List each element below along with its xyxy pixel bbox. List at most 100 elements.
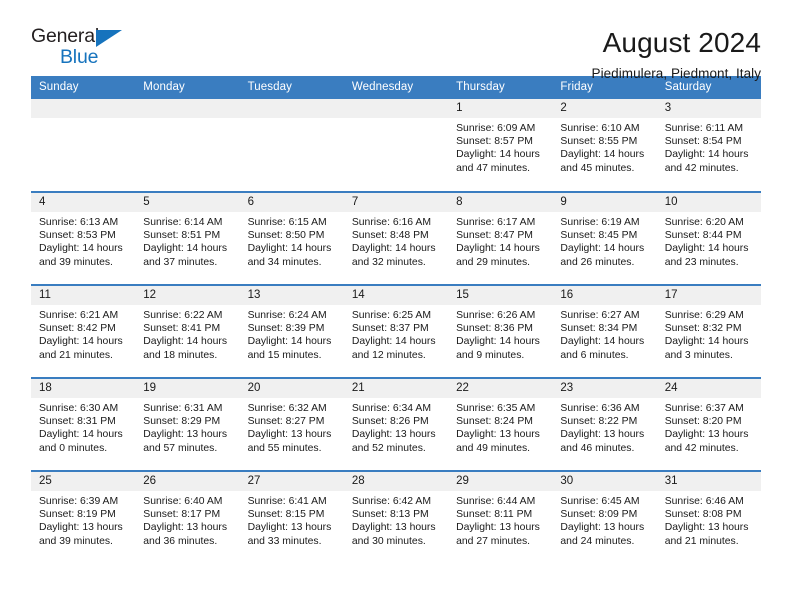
general-blue-logo[interactable]: General Blue — [31, 25, 151, 73]
calendar-day-cell[interactable]: 22 Sunrise: 6:35 AM Sunset: 8:24 PM Dayligh… — [448, 377, 553, 471]
calendar-day-cell[interactable]: 12 Sunrise: 6:22 AM Sunset: 8:41 PM Dayligh… — [135, 284, 240, 378]
calendar-day-cell[interactable]: 1 Sunrise: 6:09 AM Sunset: 8:57 PM Daylight… — [448, 99, 553, 192]
day-details: Sunrise: 6:25 AM Sunset: 8:37 PM Daylight:… — [344, 305, 448, 362]
calendar-day-cell[interactable]: 18 Sunrise: 6:30 AM Sunset: 8:31 PM Dayligh… — [31, 377, 136, 471]
sunset-text: Sunset: 8:31 PM — [39, 416, 116, 428]
daylight-text-line1: Daylight: 13 hours — [456, 429, 540, 441]
calendar-day-cell[interactable]: 28 Sunrise: 6:42 AM Sunset: 8:13 PM Dayligh… — [343, 470, 449, 564]
sunrise-text: Sunrise: 6:41 AM — [247, 496, 327, 507]
calendar-day-cell[interactable]: 2 Sunrise: 6:10 AM Sunset: 8:55 PM Daylight… — [552, 99, 657, 192]
calendar-day-cell[interactable]: 6 Sunrise: 6:15 AM Sunset: 8:50 PM Daylight… — [239, 191, 344, 285]
daylight-text-line2: and 21 minutes. — [39, 349, 113, 361]
day-number: 4 — [31, 193, 136, 212]
sunrise-text: Sunrise: 6:14 AM — [143, 217, 223, 228]
day-number: 13 — [239, 286, 344, 305]
daylight-text-line1: Daylight: 13 hours — [664, 429, 749, 441]
sunset-text: Sunset: 8:37 PM — [351, 323, 429, 335]
calendar-day-cell[interactable]: 4 Sunrise: 6:13 AM Sunset: 8:53 PM Daylight… — [31, 191, 136, 285]
calendar-week-row: 11 Sunrise: 6:21 AM Sunset: 8:42 PM Dayligh… — [31, 284, 761, 378]
day-details: Sunrise: 6:17 AM Sunset: 8:47 PM Daylight:… — [448, 212, 552, 269]
day-number: 8 — [448, 193, 553, 212]
sunrise-text: Sunrise: 6:36 AM — [560, 403, 640, 414]
calendar-day-cell[interactable]: 29 Sunrise: 6:44 AM Sunset: 8:11 PM Dayligh… — [448, 470, 553, 564]
day-number: 28 — [343, 472, 449, 491]
calendar-day-cell[interactable]: 16 Sunrise: 6:27 AM Sunset: 8:34 PM Dayligh… — [552, 284, 657, 378]
day-details: Sunrise: 6:41 AM Sunset: 8:15 PM Daylight:… — [240, 491, 344, 548]
day-details: Sunrise: 6:09 AM Sunset: 8:57 PM Daylight:… — [448, 118, 552, 175]
calendar-week-row: 1 Sunrise: 6:09 AM Sunset: 8:57 PM Daylight… — [31, 99, 761, 192]
calendar-day-cell[interactable]: 30 Sunrise: 6:45 AM Sunset: 8:09 PM Dayligh… — [552, 470, 657, 564]
daylight-text-line1: Daylight: 13 hours — [351, 429, 436, 441]
weekday-header-sunday: Sunday — [31, 76, 136, 99]
sunrise-text: Sunrise: 6:22 AM — [143, 310, 223, 321]
calendar-day-cell[interactable]: 19 Sunrise: 6:31 AM Sunset: 8:29 PM Dayligh… — [135, 377, 240, 471]
calendar-day-cell[interactable]: 5 Sunrise: 6:14 AM Sunset: 8:51 PM Daylight… — [135, 191, 240, 285]
daylight-text-line1: Daylight: 14 hours — [39, 243, 123, 255]
sunset-text: Sunset: 8:17 PM — [143, 509, 221, 521]
sunset-text: Sunset: 8:53 PM — [39, 230, 116, 242]
daylight-text-line2: and 27 minutes. — [456, 535, 531, 547]
day-number: 25 — [31, 472, 136, 491]
daylight-text-line1: Daylight: 14 hours — [39, 336, 123, 348]
daylight-text-line1: Daylight: 14 hours — [664, 149, 749, 161]
calendar-day-cell[interactable]: 26 Sunrise: 6:40 AM Sunset: 8:17 PM Dayligh… — [135, 470, 240, 564]
daylight-text-line1: Daylight: 14 hours — [664, 243, 749, 255]
day-details: Sunrise: 6:27 AM Sunset: 8:34 PM Daylight:… — [552, 305, 656, 362]
calendar-day-cell[interactable]: 11 Sunrise: 6:21 AM Sunset: 8:42 PM Dayligh… — [31, 284, 136, 378]
calendar-day-cell[interactable]: 24 Sunrise: 6:37 AM Sunset: 8:20 PM Dayligh… — [656, 377, 761, 471]
calendar-week-row: 25 Sunrise: 6:39 AM Sunset: 8:19 PM Dayligh… — [31, 470, 761, 564]
calendar-page: General Blue August 2024 Piedimulera, Pi… — [0, 0, 792, 612]
sunrise-text: Sunrise: 6:37 AM — [664, 403, 744, 414]
calendar-body: 1 Sunrise: 6:09 AM Sunset: 8:57 PM Daylight… — [31, 99, 761, 564]
calendar-day-cell[interactable]: 21 Sunrise: 6:34 AM Sunset: 8:26 PM Dayligh… — [343, 377, 449, 471]
calendar-day-cell[interactable]: 7 Sunrise: 6:16 AM Sunset: 8:48 PM Daylight… — [343, 191, 449, 285]
calendar-day-cell[interactable]: 10 Sunrise: 6:20 AM Sunset: 8:44 PM Dayligh… — [656, 191, 761, 285]
daylight-text-line2: and 30 minutes. — [351, 535, 426, 547]
day-number: 3 — [656, 99, 761, 118]
calendar-day-cell[interactable]: 8 Sunrise: 6:17 AM Sunset: 8:47 PM Daylight… — [448, 191, 553, 285]
logo-text-general: General — [31, 25, 99, 47]
calendar-day-cell[interactable]: 23 Sunrise: 6:36 AM Sunset: 8:22 PM Dayligh… — [552, 377, 657, 471]
day-details: Sunrise: 6:24 AM Sunset: 8:39 PM Daylight:… — [240, 305, 344, 362]
calendar-day-cell[interactable]: 17 Sunrise: 6:29 AM Sunset: 8:32 PM Dayligh… — [656, 284, 761, 378]
calendar-day-cell[interactable]: 14 Sunrise: 6:25 AM Sunset: 8:37 PM Dayligh… — [343, 284, 449, 378]
sunset-text: Sunset: 8:13 PM — [351, 509, 429, 521]
day-details: Sunrise: 6:14 AM Sunset: 8:51 PM Daylight:… — [135, 212, 239, 269]
sunrise-text: Sunrise: 6:21 AM — [39, 310, 119, 321]
daylight-text-line2: and 39 minutes. — [39, 535, 113, 547]
logo-triangle-icon — [96, 30, 122, 47]
daylight-text-line2: and 52 minutes. — [351, 442, 426, 454]
day-details: Sunrise: 6:39 AM Sunset: 8:19 PM Daylight:… — [31, 491, 135, 548]
daylight-text-line2: and 12 minutes. — [351, 349, 426, 361]
calendar-day-cell[interactable]: 13 Sunrise: 6:24 AM Sunset: 8:39 PM Dayligh… — [239, 284, 344, 378]
calendar-day-cell[interactable]: 25 Sunrise: 6:39 AM Sunset: 8:19 PM Dayligh… — [31, 470, 136, 564]
daylight-text-line1: Daylight: 13 hours — [143, 429, 228, 441]
daylight-text-line2: and 9 minutes. — [456, 349, 525, 361]
daylight-text-line1: Daylight: 14 hours — [560, 336, 645, 348]
sunrise-text: Sunrise: 6:13 AM — [39, 217, 119, 228]
sunset-text: Sunset: 8:36 PM — [456, 323, 533, 335]
daylight-text-line2: and 21 minutes. — [664, 535, 739, 547]
day-number — [343, 99, 449, 118]
calendar-day-cell[interactable]: 15 Sunrise: 6:26 AM Sunset: 8:36 PM Dayligh… — [448, 284, 553, 378]
calendar-day-cell[interactable]: 20 Sunrise: 6:32 AM Sunset: 8:27 PM Dayligh… — [239, 377, 344, 471]
sunset-text: Sunset: 8:20 PM — [664, 416, 742, 428]
sunset-text: Sunset: 8:45 PM — [560, 230, 638, 242]
sunrise-text: Sunrise: 6:26 AM — [456, 310, 536, 321]
calendar-day-cell[interactable]: 9 Sunrise: 6:19 AM Sunset: 8:45 PM Daylight… — [552, 191, 657, 285]
sunset-text: Sunset: 8:51 PM — [143, 230, 221, 242]
sunrise-text: Sunrise: 6:30 AM — [39, 403, 119, 414]
calendar-day-cell[interactable]: 3 Sunrise: 6:11 AM Sunset: 8:54 PM Daylight… — [656, 99, 761, 192]
sunset-text: Sunset: 8:44 PM — [664, 230, 742, 242]
daylight-text-line2: and 23 minutes. — [664, 256, 739, 268]
calendar-cell-empty — [239, 99, 344, 192]
sunrise-text: Sunrise: 6:45 AM — [560, 496, 640, 507]
calendar-day-cell[interactable]: 31 Sunrise: 6:46 AM Sunset: 8:08 PM Dayligh… — [656, 470, 761, 564]
sunset-text: Sunset: 8:32 PM — [664, 323, 742, 335]
sunrise-text: Sunrise: 6:19 AM — [560, 217, 640, 228]
day-number: 10 — [656, 193, 761, 212]
sunset-text: Sunset: 8:29 PM — [143, 416, 221, 428]
sunset-text: Sunset: 8:22 PM — [560, 416, 638, 428]
day-details: Sunrise: 6:21 AM Sunset: 8:42 PM Daylight:… — [31, 305, 135, 362]
calendar-day-cell[interactable]: 27 Sunrise: 6:41 AM Sunset: 8:15 PM Dayligh… — [239, 470, 344, 564]
